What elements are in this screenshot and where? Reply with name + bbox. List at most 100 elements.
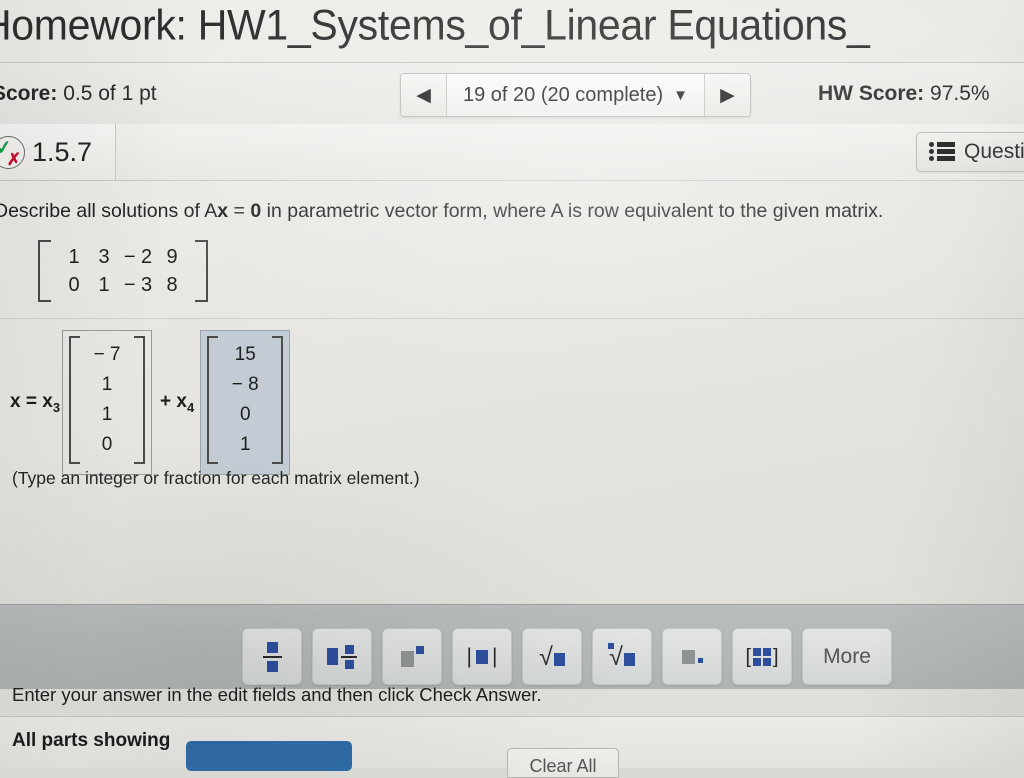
nth-root-button[interactable]: √ <box>592 628 652 685</box>
fraction-button[interactable] <box>242 628 302 685</box>
vector-cell[interactable]: 0 <box>90 430 124 460</box>
vector-2-column: 15 − 8 0 1 <box>218 336 272 464</box>
question-score-value: 0.5 of 1 pt <box>63 82 157 105</box>
mixed-number-button[interactable] <box>312 628 372 685</box>
check-answer-button[interactable] <box>186 741 352 771</box>
matrix-grid: 1 3 − 2 9 0 1 − 3 8 <box>51 240 195 302</box>
caret-down-icon: ▼ <box>673 86 688 104</box>
answer-field-vector-2[interactable]: 15 − 8 0 1 <box>200 330 291 475</box>
question-id-group: ✓ ✗ 1.5.7 <box>0 124 116 180</box>
vector-cell[interactable]: 1 <box>90 370 124 400</box>
answer-equals: = <box>20 390 43 412</box>
matrix-row: 1 3 − 2 9 <box>59 243 187 271</box>
score-bar: Score: 0.5 of 1 pt ◀ 19 of 20 (20 comple… <box>0 62 1024 126</box>
matrix-button[interactable]: [] <box>732 628 792 685</box>
matrix-icon: [] <box>745 645 779 668</box>
vector-left-bracket <box>207 336 219 464</box>
homework-score-label: HW Score: <box>818 82 925 105</box>
answer-coefficient-1: x <box>42 390 53 412</box>
vector-cell[interactable]: − 8 <box>228 370 262 400</box>
question-score: Score: 0.5 of 1 pt <box>0 82 157 106</box>
triangle-left-icon: ◀ <box>416 84 431 106</box>
absolute-value-button[interactable]: | | <box>452 628 512 685</box>
clear-all-label: Clear All <box>529 756 597 776</box>
question-help-button[interactable]: Question Help <box>916 132 1024 172</box>
window-title: Homework: HW1_Systems_of_Linear Equation… <box>0 0 1024 54</box>
question-position-dropdown[interactable]: 19 of 20 (20 complete) ▼ <box>447 74 704 116</box>
absolute-value-icon: | | <box>466 645 498 668</box>
question-help-label: Question Help <box>964 140 1024 163</box>
matrix-cell: 1 <box>98 274 110 296</box>
x-glyph: ✗ <box>6 149 21 169</box>
answer-instruction: Enter your answer in the edit fields and… <box>12 684 542 705</box>
answer-x-label: x = x3 <box>10 391 60 415</box>
matrix-cell: − 2 <box>123 246 153 268</box>
vector-right-bracket <box>272 336 284 464</box>
fraction-icon <box>262 641 282 672</box>
answer-expression: x = x3 − 7 1 1 0 + x4 15 − 8 0 1 <box>10 330 291 475</box>
vector-cell[interactable]: − 7 <box>90 340 124 370</box>
section-divider <box>0 318 1024 319</box>
vector-1: − 7 1 1 0 <box>69 336 146 464</box>
prompt-bold-x: x <box>217 200 229 222</box>
square-root-icon: √ <box>539 644 565 669</box>
exponent-button[interactable] <box>382 628 442 685</box>
bulleted-list-icon <box>929 142 955 162</box>
answer-plus-term: + x4 <box>160 391 194 415</box>
question-position-label: 19 of 20 (20 complete) <box>463 83 664 106</box>
prompt-text-2: in parametric vector form, where A is ro… <box>261 200 884 222</box>
check-x-circle-icon: ✓ ✗ <box>0 135 25 169</box>
clear-all-button[interactable]: Clear All <box>507 748 619 778</box>
next-question-button[interactable]: ▶ <box>703 74 750 116</box>
given-matrix: 1 3 − 2 9 0 1 − 3 8 <box>38 236 208 307</box>
matrix-right-bracket <box>195 240 208 302</box>
answer-x-symbol: x <box>10 390 21 412</box>
vector-left-bracket <box>69 336 81 464</box>
question-score-label: Score: <box>0 82 58 105</box>
more-label: More <box>823 644 871 668</box>
matrix-row: 0 1 − 3 8 <box>59 271 187 299</box>
matrix-cell: 9 <box>166 246 178 268</box>
window-title-text: Homework: HW1_Systems_of_Linear Equation… <box>0 0 870 49</box>
vector-cell[interactable]: 1 <box>90 400 124 430</box>
answer-plus-sign: + <box>160 390 177 412</box>
answer-coefficient-2-sub: 4 <box>187 399 195 415</box>
problem-prompt: Describe all solutions of Ax = 0 in para… <box>0 200 1024 223</box>
triangle-right-icon: ▶ <box>720 84 735 106</box>
answer-field-vector-1[interactable]: − 7 1 1 0 <box>62 330 153 475</box>
vector-cell[interactable]: 15 <box>228 340 262 370</box>
matrix-cell: 1 <box>68 246 80 268</box>
answer-format-hint: (Type an integer or fraction for each ma… <box>12 468 420 488</box>
matrix-cell: 8 <box>166 274 178 296</box>
nth-root-icon: √ <box>608 642 635 669</box>
previous-question-button[interactable]: ◀ <box>401 74 447 116</box>
mixed-number-icon <box>327 644 357 669</box>
vector-1-column: − 7 1 1 0 <box>80 336 134 464</box>
screen-photo: Homework: HW1_Systems_of_Linear Equation… <box>0 0 1024 778</box>
square-root-button[interactable]: √ <box>522 628 582 685</box>
homework-score: HW Score: 97.5% <box>818 82 990 106</box>
decimal-icon <box>681 649 703 664</box>
matrix-cell: 0 <box>68 274 80 296</box>
decimal-button[interactable] <box>662 628 722 685</box>
answer-coefficient-1-sub: 3 <box>52 399 61 415</box>
vector-cell[interactable]: 1 <box>228 430 262 460</box>
vector-cell[interactable]: 0 <box>228 400 262 430</box>
matrix-left-bracket <box>38 240 51 302</box>
footer-divider <box>0 716 1024 717</box>
homework-score-value: 97.5% <box>930 82 990 105</box>
question-id-label: 1.5.7 <box>32 136 93 167</box>
exponent-icon <box>400 646 424 667</box>
math-toolbar: | | √ √ [] More <box>242 628 892 685</box>
prompt-bold-zero: 0 <box>250 200 262 222</box>
prompt-text-1: Describe all solutions of A <box>0 200 218 222</box>
vector-2: 15 − 8 0 1 <box>207 336 284 464</box>
answer-coefficient-2: x <box>176 390 187 412</box>
vector-right-bracket <box>134 336 146 464</box>
question-id-bar: ✓ ✗ 1.5.7 Question Help <box>0 124 1024 181</box>
more-button[interactable]: More <box>802 628 892 685</box>
question-navigator[interactable]: ◀ 19 of 20 (20 complete) ▼ ▶ <box>400 73 751 117</box>
matrix-cell: 3 <box>98 246 110 268</box>
prompt-equals: = <box>228 200 251 222</box>
all-parts-showing-label: All parts showing <box>12 730 171 751</box>
